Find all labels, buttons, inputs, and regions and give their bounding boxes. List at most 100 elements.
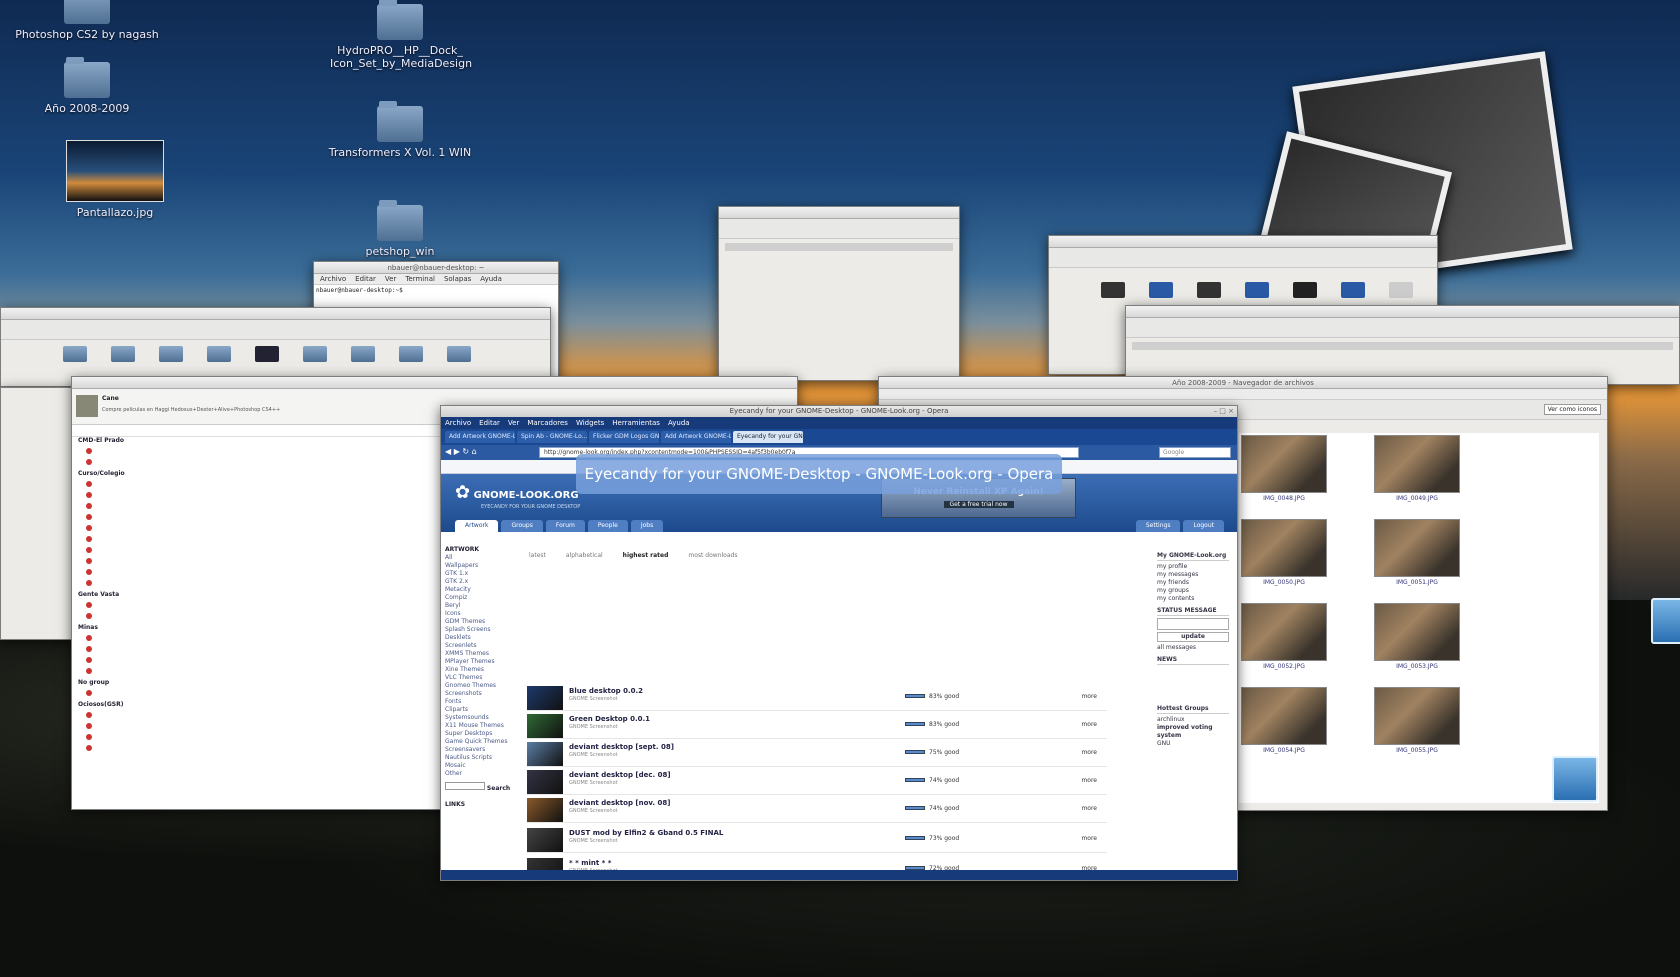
sidebar-category[interactable]: MPlayer Themes — [445, 658, 515, 666]
sidebar-category[interactable]: Game Quick Themes — [445, 738, 515, 746]
more-link[interactable]: more — [1081, 777, 1097, 784]
file-manager-window-small[interactable] — [718, 206, 960, 381]
artwork-thumbnail[interactable] — [527, 798, 563, 822]
nav-tab-artwork[interactable]: Artwork — [455, 520, 499, 532]
my-account-link[interactable]: my friends — [1157, 579, 1229, 587]
sidebar-category[interactable]: Beryl — [445, 602, 515, 610]
artwork-title[interactable]: deviant desktop [sept. 08] — [569, 743, 674, 751]
desktop-icon-transformers[interactable]: Transformers X Vol. 1 WIN — [325, 101, 475, 159]
my-account-link[interactable]: my contents — [1157, 595, 1229, 603]
sidebar-category[interactable]: Systemsounds — [445, 714, 515, 722]
sidebar-category[interactable]: VLC Themes — [445, 674, 515, 682]
sidebar-category[interactable]: GDM Themes — [445, 618, 515, 626]
artwork-item[interactable]: Green Desktop 0.0.1 GNOME Screenshot 83% g… — [527, 713, 1107, 739]
sidebar-category[interactable]: Screenlets — [445, 642, 515, 650]
file-manager-window-left[interactable] — [0, 307, 551, 387]
search-button[interactable]: Search — [487, 785, 510, 792]
search-field[interactable]: Google — [1159, 447, 1231, 458]
more-link[interactable]: more — [1081, 805, 1097, 812]
avatar[interactable] — [76, 395, 98, 417]
photo-item[interactable]: IMG_0053.JPG — [1374, 603, 1460, 670]
sidebar-category[interactable]: GTK 2.x — [445, 578, 515, 586]
artwork-title[interactable]: deviant desktop [nov. 08] — [569, 799, 670, 807]
site-search-input[interactable] — [445, 782, 485, 790]
update-button[interactable]: update — [1157, 632, 1229, 642]
artwork-title[interactable]: deviant desktop [dec. 08] — [569, 771, 671, 779]
status-input[interactable] — [1157, 618, 1229, 630]
my-account-link[interactable]: my profile — [1157, 563, 1229, 571]
sidebar-category[interactable]: Compiz — [445, 594, 515, 602]
sidebar-category[interactable]: Desklets — [445, 634, 515, 642]
group-link[interactable]: GNU — [1157, 740, 1229, 748]
sidebar-category[interactable]: Super Desktops — [445, 730, 515, 738]
nav-tab-groups[interactable]: Groups — [501, 520, 543, 532]
artwork-title[interactable]: DUST mod by Elfin2 & Gband 0.5 FINAL — [569, 829, 723, 837]
more-link[interactable]: more — [1081, 749, 1097, 756]
tab[interactable]: Spin Ab - GNOME-Lo... — [517, 431, 587, 443]
artwork-thumbnail[interactable] — [527, 714, 563, 738]
photo-item[interactable]: IMG_0050.JPG — [1241, 519, 1327, 586]
artwork-item[interactable]: Blue desktop 0.0.2 GNOME Screenshot 83% go… — [527, 685, 1107, 711]
artwork-thumbnail[interactable] — [527, 742, 563, 766]
sidebar-category[interactable]: Gnomeo Themes — [445, 682, 515, 690]
artwork-thumbnail[interactable] — [527, 770, 563, 794]
sidebar-category[interactable]: Screenshots — [445, 690, 515, 698]
opera-window[interactable]: Eyecandy for your GNOME-Desktop - GNOME-… — [440, 405, 1238, 881]
sidebar-category[interactable]: X11 Mouse Themes — [445, 722, 515, 730]
photo-item[interactable]: IMG_0049.JPG — [1374, 435, 1460, 502]
group-link[interactable]: improved voting system — [1157, 724, 1229, 740]
artwork-item[interactable]: DUST mod by Elfin2 & Gband 0.5 FINAL GNOM… — [527, 827, 1107, 853]
tab[interactable]: Add Artwork GNOME-Lo... — [661, 431, 731, 443]
more-link[interactable]: more — [1081, 693, 1097, 700]
desktop-icon-hydropro[interactable]: HydroPRO__HP__Dock_ Icon_Set_by_MediaDes… — [325, 0, 475, 70]
my-account-link[interactable]: my messages — [1157, 571, 1229, 579]
sidebar-category[interactable]: Wallpapers — [445, 562, 515, 570]
desktop-icon-pantallazo[interactable]: Pantallazo.jpg — [40, 140, 190, 219]
artwork-title[interactable]: * * mint * * — [569, 859, 611, 867]
all-messages-link[interactable]: all messages — [1157, 644, 1229, 652]
photo-item[interactable]: IMG_0052.JPG — [1241, 603, 1327, 670]
photo-item[interactable]: IMG_0051.JPG — [1374, 519, 1460, 586]
artwork-title[interactable]: Blue desktop 0.0.2 — [569, 687, 643, 695]
artwork-thumbnail[interactable] — [527, 828, 563, 852]
group-link[interactable]: archlinux — [1157, 716, 1229, 724]
nav-tab-jobs[interactable]: Jobs — [630, 520, 664, 532]
desktop-icon-ano[interactable]: Año 2008-2009 — [12, 57, 162, 115]
photo-item[interactable]: IMG_0048.JPG — [1241, 435, 1327, 502]
sidebar-category[interactable]: Fonts — [445, 698, 515, 706]
site-logo[interactable]: ✿ GNOME-LOOK.ORG — [455, 482, 579, 503]
desktop-icon-petshop[interactable]: petshop_win — [325, 200, 475, 258]
sidebar-category[interactable]: Cliparts — [445, 706, 515, 714]
dock-cabinet-icon[interactable] — [1651, 598, 1680, 644]
sidebar-category[interactable]: Splash Screens — [445, 626, 515, 634]
nav-tab-people[interactable]: People — [587, 520, 628, 532]
window-controls[interactable]: – □ × — [1214, 406, 1234, 417]
desktop-icon-photoshop[interactable]: Photoshop CS2 by nagash — [12, 0, 162, 41]
dock-cabinet-icon[interactable] — [1552, 756, 1598, 802]
artwork-item[interactable]: deviant desktop [sept. 08] GNOME Screensh… — [527, 741, 1107, 767]
sidebar-category[interactable]: GTK 1.x — [445, 570, 515, 578]
sidebar-category[interactable]: Metacity — [445, 586, 515, 594]
sidebar-category[interactable]: XMMS Themes — [445, 650, 515, 658]
my-account-link[interactable]: my groups — [1157, 587, 1229, 595]
more-link[interactable]: more — [1081, 835, 1097, 842]
file-manager-window-right[interactable] — [1125, 305, 1680, 385]
sidebar-category[interactable]: Mosaic — [445, 762, 515, 770]
tab-active[interactable]: Eyecandy for your GNO... — [733, 431, 803, 443]
sidebar-category[interactable]: Nautilus Scripts — [445, 754, 515, 762]
artwork-item[interactable]: deviant desktop [nov. 08] GNOME Screensho… — [527, 797, 1107, 823]
nav-tab-forum[interactable]: Forum — [545, 520, 585, 532]
tab[interactable]: Add Artwork GNOME-Lo... — [445, 431, 515, 443]
photo-item[interactable]: IMG_0054.JPG — [1241, 687, 1327, 754]
sidebar-category[interactable]: Icons — [445, 610, 515, 618]
sidebar-category[interactable]: Other — [445, 770, 515, 778]
view-as-select[interactable]: Ver como iconos — [1543, 404, 1601, 415]
nav-buttons-icon[interactable]: ◀ ▶ ↻ ⌂ — [445, 447, 477, 456]
sidebar-category[interactable]: Screensavers — [445, 746, 515, 754]
artwork-title[interactable]: Green Desktop 0.0.1 — [569, 715, 650, 723]
photo-item[interactable]: IMG_0055.JPG — [1374, 687, 1460, 754]
status-message[interactable]: Compre peliculas en Haggi Hedoxus+Dexter… — [102, 407, 280, 413]
sidebar-category[interactable]: Xine Themes — [445, 666, 515, 674]
more-link[interactable]: more — [1081, 721, 1097, 728]
artwork-item[interactable]: deviant desktop [dec. 08] GNOME Screensho… — [527, 769, 1107, 795]
